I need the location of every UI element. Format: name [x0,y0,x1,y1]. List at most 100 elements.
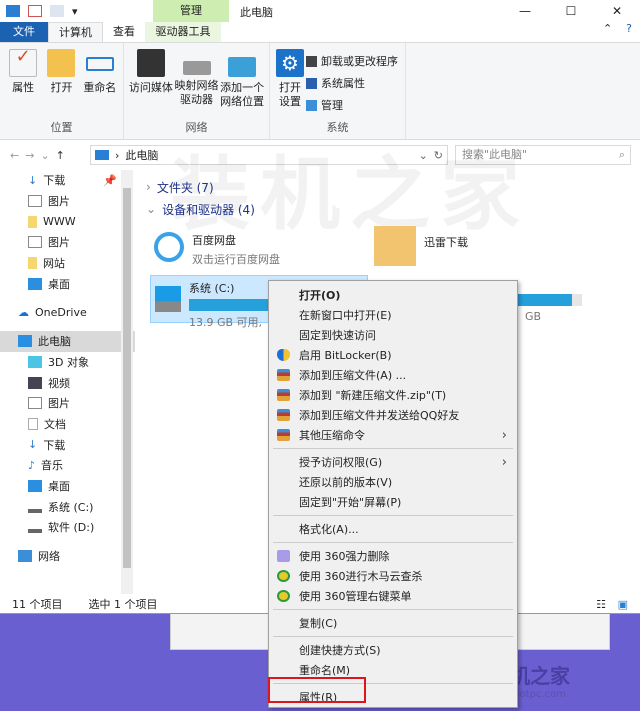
menu-item-label: 添加到 "新建压缩文件.zip"(T) [299,389,447,402]
up-button[interactable]: ↑ [56,149,65,162]
details-view-icon[interactable]: ☷ [596,598,606,611]
maximize-button[interactable]: ☐ [548,0,594,22]
document-icon [28,417,38,430]
nav-item-pictures[interactable]: 图片 [0,191,135,212]
nav-item-this-pc[interactable]: 此电脑 [0,330,135,352]
context-menu: 打开(O) 在新窗口中打开(E) 固定到快速访问启用 BitLocker(B) 添加到… [268,280,518,708]
context-menu-item[interactable]: 启用 BitLocker(B) [269,345,517,365]
ribbon-collapse-icon[interactable]: ⌃ [597,22,618,42]
pictures-icon [28,397,42,410]
system-properties-icon [306,77,317,89]
context-menu-item[interactable]: 格式化(A)... [269,519,517,539]
nav-item-videos[interactable]: 视频 [0,372,135,393]
tab-computer[interactable]: 计算机 [48,22,103,42]
menu-separator [273,636,513,637]
computer-icon [6,5,20,17]
tab-drive-tools[interactable]: 驱动器工具 [145,22,221,42]
menu-item-label: 添加到压缩文件(A) ... [299,369,407,382]
tab-view[interactable]: 查看 [103,22,145,42]
nav-item-pictures-3[interactable]: 图片 [0,393,135,414]
360-delete-icon [277,550,290,562]
minimize-button[interactable]: — [502,0,548,22]
context-menu-item[interactable]: 使用 360强力删除 [269,546,517,566]
nav-item-onedrive[interactable]: ☁ OneDrive [0,302,135,323]
xunlei-item[interactable]: 迅雷下载 [374,226,468,266]
folder-icon [28,257,37,270]
uninstall-program-button[interactable]: 卸载或更改程序 [306,53,398,69]
nav-item-desktop-2[interactable]: 桌面 [0,476,135,497]
menu-item-label: 复制(C) [299,617,338,630]
group-label-location: 位置 [50,121,73,134]
context-menu-item[interactable]: 固定到快速访问 [269,325,517,345]
manage-icon [306,99,317,111]
menu-item-label: 重命名(M) [299,664,351,677]
nav-item-documents[interactable]: 文档 [0,414,135,435]
download-icon: ↓ [28,438,38,452]
nav-item-network[interactable]: 网络 [0,546,135,567]
folder-icon [28,215,37,228]
menu-item-label: 创建快捷方式(S) [299,644,381,657]
context-menu-item[interactable]: 复制(C) [269,613,517,633]
drive-icon [28,521,42,534]
menu-item-label: 在新窗口中打开(E) [299,309,392,322]
nav-item-website[interactable]: 网站 [0,253,135,274]
forward-button[interactable]: → [25,149,34,162]
help-icon[interactable]: ? [618,22,640,42]
nav-item-music[interactable]: ♪ 音乐 [0,455,135,476]
shield-icon [277,349,290,361]
context-tab-manage[interactable]: 管理 [153,0,229,22]
nav-item-downloads[interactable]: ↓ 下载 📌 [0,170,135,191]
menu-separator [273,542,513,543]
large-icons-view-icon[interactable]: ▣ [618,598,628,611]
menu-item-label: 还原以前的版本(V) [299,476,393,489]
back-button[interactable]: ← [10,149,19,162]
context-menu-item[interactable]: 添加到 "新建压缩文件.zip"(T) [269,385,517,405]
new-folder-icon[interactable] [50,5,64,17]
context-menu-item[interactable]: 固定到"开始"屏幕(P) [269,492,517,512]
nav-item-d-drive[interactable]: 软件 (D:) [0,517,135,538]
archive-icon [277,369,290,381]
devices-section-header[interactable]: ⌄ 设备和驱动器 (4) [140,198,640,220]
submenu-arrow-icon: › [501,427,507,443]
tab-file[interactable]: 文件 [0,22,48,42]
menu-item-label: 其他压缩命令 [299,429,365,442]
context-menu-item[interactable]: 授予访问权限(G) › [269,452,517,472]
properties-icon[interactable] [28,5,42,17]
customize-dropdown-icon[interactable]: ▾ [72,5,78,18]
context-menu-item[interactable]: 使用 360管理右键菜单 [269,586,517,606]
pictures-icon [28,236,42,249]
nav-item-pictures-2[interactable]: 图片 [0,232,135,253]
context-menu-item[interactable]: 添加到压缩文件(A) ... [269,365,517,385]
nav-item-3d-objects[interactable]: 3D 对象 [0,352,135,373]
context-menu-item[interactable]: 使用 360进行木马云查杀 [269,566,517,586]
windows-drive-icon [155,286,181,312]
nav-item-downloads-2[interactable]: ↓ 下载 [0,434,135,455]
search-icon: ⌕ [618,148,625,161]
baidu-netdisk-item[interactable]: 百度网盘 双击运行百度网盘 [154,232,280,267]
archive-icon [277,389,290,401]
desktop-icon [28,277,42,290]
computer-icon [18,335,32,348]
context-menu-item[interactable]: 其他压缩命令 › [269,425,517,445]
window-title: 此电脑 [240,6,273,19]
nav-item-c-drive[interactable]: 系统 (C:) [0,496,135,517]
folders-section-header[interactable]: › 文件夹 (7) [140,176,640,198]
context-menu-item[interactable]: 添加到压缩文件并发送给QQ好友 [269,405,517,425]
menu-item-label: 固定到快速访问 [299,329,376,342]
nav-scrollbar[interactable] [121,170,133,594]
menu-separator [273,609,513,610]
title-bar: ▾ 管理 此电脑 — ☐ ✕ [0,0,640,22]
recent-dropdown[interactable]: ⌄ [40,149,49,162]
context-menu-item[interactable]: 还原以前的版本(V) [269,472,517,492]
context-menu-item[interactable]: 打开(O) [269,285,517,305]
nav-item-desktop[interactable]: 桌面 [0,273,135,294]
context-menu-item[interactable]: 在新窗口中打开(E) [269,305,517,325]
archive-icon [277,429,290,441]
close-button[interactable]: ✕ [594,0,640,22]
menu-item-label: 固定到"开始"屏幕(P) [299,496,402,509]
manage-button[interactable]: 管理 [306,97,398,113]
nav-item-www[interactable]: WWW [0,211,135,232]
menu-separator [273,448,513,449]
system-properties-button[interactable]: 系统属性 [306,75,398,91]
context-menu-item[interactable]: 创建快捷方式(S) [269,640,517,660]
